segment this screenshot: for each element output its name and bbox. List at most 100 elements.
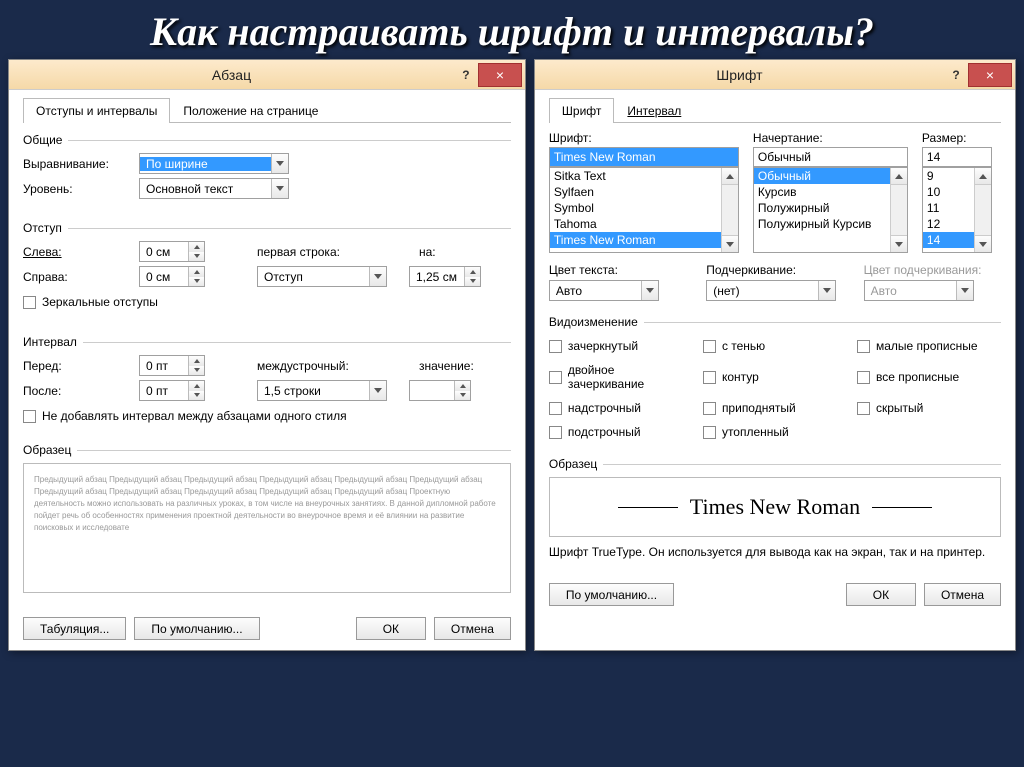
list-item[interactable]: Полужирный [754, 200, 890, 216]
mirror-checkbox[interactable]: Зеркальные отступы [23, 295, 158, 309]
subscript-checkbox[interactable]: подстрочный [549, 425, 693, 439]
shadow-checkbox[interactable]: с тенью [703, 339, 847, 353]
spin-up-icon[interactable] [189, 242, 204, 252]
scroll-up-icon[interactable] [891, 168, 907, 185]
section-general: Общие [23, 133, 62, 147]
list-item[interactable]: Sitka Text [550, 168, 721, 184]
spin-down-icon[interactable] [189, 252, 204, 262]
doublestrike-checkbox[interactable]: двойное зачеркивание [549, 363, 693, 391]
help-button[interactable]: ? [454, 68, 478, 82]
list-item[interactable]: 10 [923, 184, 974, 200]
cancel-button[interactable]: Отмена [924, 583, 1001, 606]
help-button[interactable]: ? [944, 68, 968, 82]
list-item[interactable]: 14 [923, 232, 974, 248]
spin-down-icon[interactable] [189, 366, 204, 376]
ok-button[interactable]: ОК [356, 617, 426, 640]
underline-combo[interactable]: (нет) [706, 280, 836, 301]
list-item[interactable]: Symbol [550, 200, 721, 216]
list-item[interactable]: 9 [923, 168, 974, 184]
strike-checkbox[interactable]: зачеркнутый [549, 339, 693, 353]
spin-down-icon[interactable] [189, 391, 204, 401]
alignment-label: Выравнивание: [23, 157, 133, 171]
size-textbox[interactable]: 14 [922, 147, 992, 167]
scroll-up-icon[interactable] [975, 168, 991, 185]
font-listbox[interactable]: Sitka Text Sylfaen Symbol Tahoma Times N… [549, 167, 739, 253]
list-item[interactable]: 12 [923, 216, 974, 232]
cancel-button[interactable]: Отмена [434, 617, 511, 640]
tab-interval[interactable]: Интервал [614, 98, 694, 123]
paragraph-tabs: Отступы и интервалы Положение на страниц… [23, 98, 511, 123]
list-item[interactable]: Полужирный Курсив [754, 216, 890, 232]
color-combo[interactable]: Авто [549, 280, 659, 301]
list-item[interactable]: Курсив [754, 184, 890, 200]
list-item[interactable]: 11 [923, 200, 974, 216]
close-button[interactable]: × [968, 63, 1012, 87]
font-textbox[interactable]: Times New Roman [549, 147, 739, 167]
chevron-down-icon[interactable] [641, 281, 658, 300]
spin-down-icon[interactable] [455, 391, 470, 401]
chevron-down-icon[interactable] [369, 381, 386, 400]
by-label: на: [419, 245, 479, 259]
style-textbox[interactable]: Обычный [753, 147, 908, 167]
tabs-button[interactable]: Табуляция... [23, 617, 126, 640]
default-button[interactable]: По умолчанию... [549, 583, 674, 606]
list-item[interactable]: Sylfaen [550, 184, 721, 200]
paragraph-titlebar: Абзац ? × [9, 60, 525, 90]
list-item[interactable]: Tahoma [550, 216, 721, 232]
level-combo[interactable]: Основной текст [139, 178, 289, 199]
tab-font[interactable]: Шрифт [549, 98, 614, 123]
scroll-down-icon[interactable] [722, 235, 738, 252]
scroll-up-icon[interactable] [722, 168, 738, 185]
chevron-down-icon [956, 281, 973, 300]
linespacing-label: междустрочный: [257, 359, 377, 373]
font-dialog: Шрифт ? × Шрифт Интервал Шрифт: Times Ne… [534, 59, 1016, 651]
hidden-checkbox[interactable]: скрытый [857, 401, 1001, 415]
right-spinner[interactable]: 0 см [139, 266, 205, 287]
default-button[interactable]: По умолчанию... [134, 617, 259, 640]
linevalue-spinner[interactable] [409, 380, 471, 401]
section-sample: Образец [549, 457, 597, 471]
section-interval: Интервал [23, 335, 77, 349]
chevron-down-icon[interactable] [271, 179, 288, 198]
spin-down-icon[interactable] [189, 277, 204, 287]
before-spinner[interactable]: 0 пт [139, 355, 205, 376]
smallcaps-checkbox[interactable]: малые прописные [857, 339, 1001, 353]
tab-indents[interactable]: Отступы и интервалы [23, 98, 170, 123]
chevron-down-icon[interactable] [818, 281, 835, 300]
outline-checkbox[interactable]: контур [703, 363, 847, 391]
spin-down-icon[interactable] [465, 277, 480, 287]
chevron-down-icon[interactable] [271, 154, 288, 173]
spin-up-icon[interactable] [189, 381, 204, 391]
color-label: Цвет текста: [549, 263, 686, 277]
spin-up-icon[interactable] [465, 267, 480, 277]
ok-button[interactable]: ОК [846, 583, 916, 606]
list-item[interactable]: Обычный [754, 168, 890, 184]
font-tabs: Шрифт Интервал [549, 98, 1001, 123]
style-listbox[interactable]: Обычный Курсив Полужирный Полужирный Кур… [753, 167, 908, 253]
tab-position[interactable]: Положение на странице [170, 98, 331, 123]
spin-up-icon[interactable] [189, 267, 204, 277]
level-label: Уровень: [23, 182, 133, 196]
alignment-combo[interactable]: По ширине [139, 153, 289, 174]
firstline-combo[interactable]: Отступ [257, 266, 387, 287]
by-spinner[interactable]: 1,25 см [409, 266, 481, 287]
scroll-down-icon[interactable] [891, 235, 907, 252]
font-note: Шрифт TrueType. Он используется для выво… [549, 545, 1001, 559]
spin-up-icon[interactable] [189, 356, 204, 366]
scroll-down-icon[interactable] [975, 235, 991, 252]
superscript-checkbox[interactable]: надстрочный [549, 401, 693, 415]
emboss-checkbox[interactable]: приподнятый [703, 401, 847, 415]
nospace-checkbox[interactable]: Не добавлять интервал между абзацами одн… [23, 409, 347, 423]
allcaps-checkbox[interactable]: все прописные [857, 363, 1001, 391]
size-listbox[interactable]: 9 10 11 12 14 [922, 167, 992, 253]
left-label: Слева: [23, 245, 133, 259]
chevron-down-icon[interactable] [369, 267, 386, 286]
spin-up-icon[interactable] [455, 381, 470, 391]
font-title: Шрифт [535, 67, 944, 83]
left-spinner[interactable]: 0 см [139, 241, 205, 262]
linespacing-combo[interactable]: 1,5 строки [257, 380, 387, 401]
close-button[interactable]: × [478, 63, 522, 87]
engrave-checkbox[interactable]: утопленный [703, 425, 847, 439]
after-spinner[interactable]: 0 пт [139, 380, 205, 401]
list-item[interactable]: Times New Roman [550, 232, 721, 248]
